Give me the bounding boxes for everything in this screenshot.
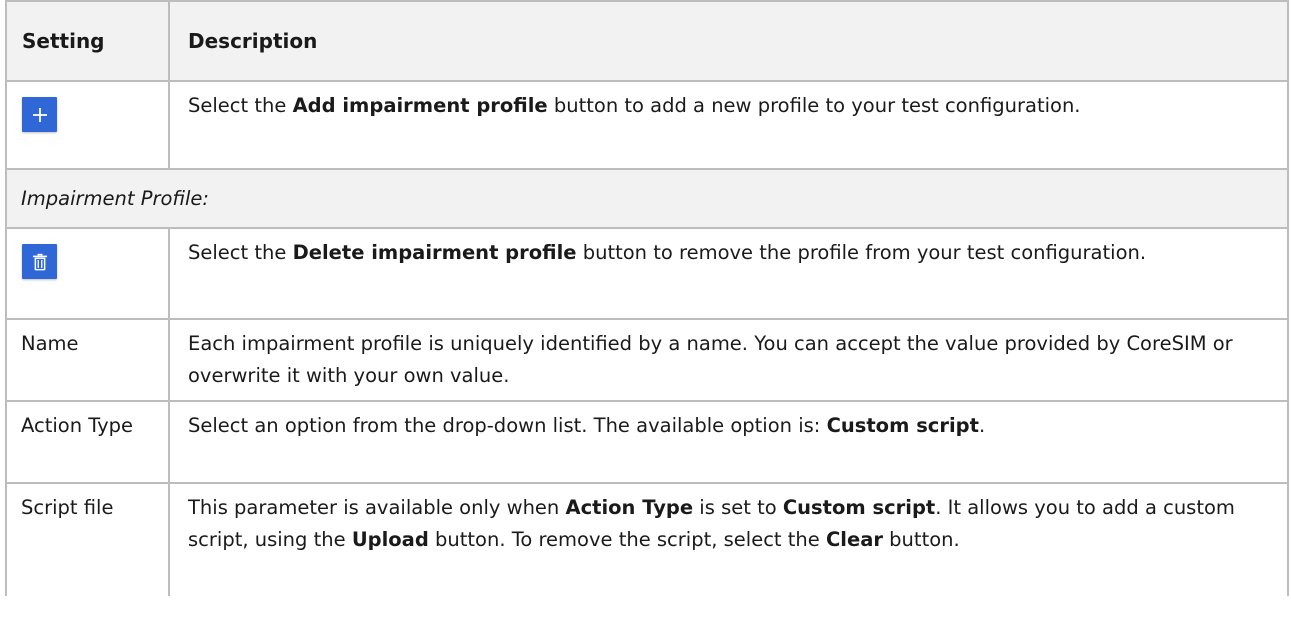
desc-text: button. To remove the script, select the [428, 528, 826, 551]
table-header-row: Setting Description [5, 0, 1289, 82]
setting-cell-action-type: Action Type [5, 400, 170, 484]
description-cell-action-type: Select an option from the drop-down list… [168, 400, 1289, 484]
desc-bold: Custom script [782, 496, 936, 519]
table-row-section: Impairment Profile: [5, 168, 1289, 229]
setting-cell-delete [5, 227, 170, 320]
desc-bold: Upload [351, 528, 429, 551]
column-header-description: Description [168, 0, 1289, 82]
description-cell-name: Each impairment profile is uniquely iden… [168, 318, 1289, 402]
section-label: Impairment Profile: [5, 168, 1289, 229]
desc-text: is set to [693, 496, 783, 519]
settings-table-container: Setting Description Select the Add impai… [5, 0, 1289, 596]
table-row-name: Name Each impairment profile is uniquely… [5, 318, 1289, 402]
desc-text: button. [882, 528, 960, 551]
desc-text: This parameter is available only when [188, 496, 566, 519]
settings-table: Setting Description Select the Add impai… [5, 0, 1289, 596]
description-cell-delete: Select the Delete impairment profile but… [168, 227, 1289, 320]
table-row-action-type: Action Type Select an option from the dr… [5, 400, 1289, 484]
desc-bold: Delete impairment profile [292, 241, 577, 264]
trash-icon [32, 253, 47, 270]
desc-bold: Custom script [826, 414, 979, 437]
desc-bold: Clear [825, 528, 883, 551]
desc-text: . [978, 414, 986, 437]
setting-cell-add [5, 80, 170, 170]
desc-text: button to add a new profile to your test… [547, 94, 1081, 117]
desc-text: button to remove the profile from your t… [576, 241, 1147, 264]
plus-icon [32, 107, 47, 122]
table-row-script-file: Script file This parameter is available … [5, 482, 1289, 596]
desc-bold: Add impairment profile [292, 94, 548, 117]
table-row-add-profile: Select the Add impairment profile button… [5, 80, 1289, 170]
column-header-setting: Setting [5, 0, 170, 82]
setting-cell-script-file: Script file [5, 482, 170, 596]
desc-text: Select the [188, 241, 293, 264]
desc-text: Select an option from the drop-down list… [188, 414, 827, 437]
description-cell-script-file: This parameter is available only when Ac… [168, 482, 1289, 596]
table-row-delete-profile: Select the Delete impairment profile but… [5, 227, 1289, 320]
setting-cell-name: Name [5, 318, 170, 402]
desc-bold: Action Type [565, 496, 694, 519]
description-cell-add: Select the Add impairment profile button… [168, 80, 1289, 170]
add-impairment-profile-button[interactable] [22, 97, 57, 132]
desc-text: Select the [188, 94, 293, 117]
delete-impairment-profile-button[interactable] [22, 244, 57, 279]
